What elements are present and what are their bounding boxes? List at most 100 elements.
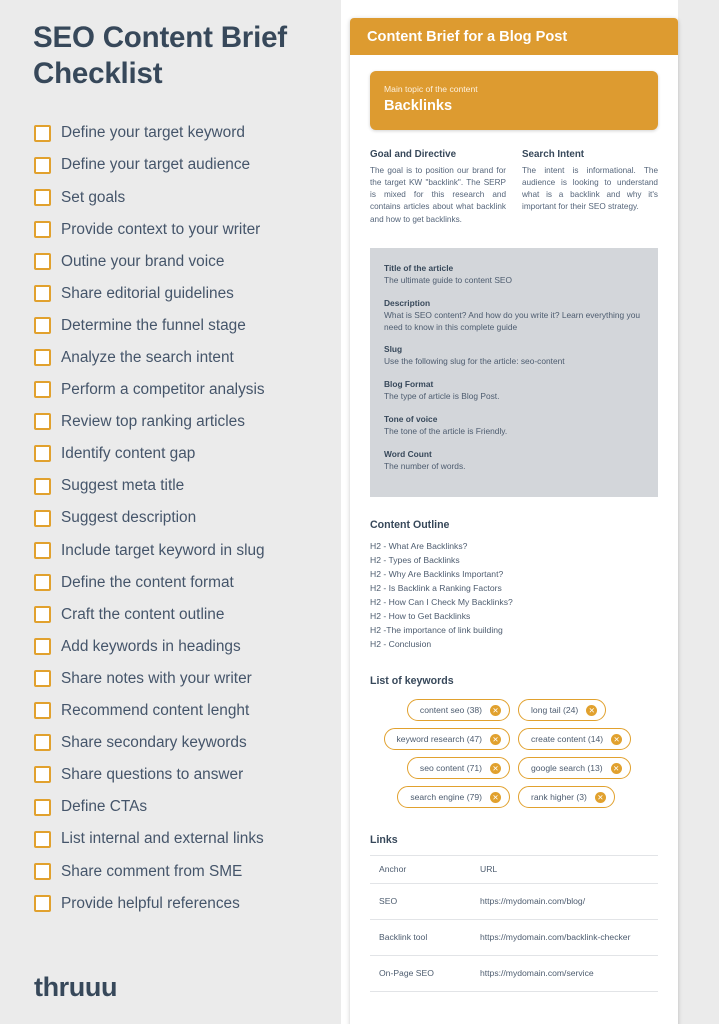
keyword-chip-label: rank higher (3)	[531, 792, 587, 803]
keyword-chip-cell: rank higher (3) ✕	[518, 786, 658, 809]
checklist-item[interactable]: Identify content gap	[34, 438, 334, 470]
outline-item: H2 - Types of Backlinks	[370, 555, 460, 566]
checklist-item[interactable]: Add keywords in headings	[34, 631, 334, 663]
checklist-item[interactable]: Include target keyword in slug	[34, 534, 334, 566]
checkbox-icon[interactable]	[34, 702, 51, 720]
checkbox-icon[interactable]	[34, 220, 51, 238]
checkbox-icon[interactable]	[34, 124, 51, 142]
checkbox-icon[interactable]	[34, 894, 51, 912]
remove-keyword-icon[interactable]: ✕	[611, 733, 623, 745]
checkbox-icon[interactable]	[34, 349, 51, 367]
checkbox-icon[interactable]	[34, 252, 51, 270]
remove-keyword-icon[interactable]: ✕	[586, 704, 598, 716]
detail-field-value: The number of words.	[384, 461, 466, 472]
remove-keyword-icon[interactable]: ✕	[490, 791, 501, 803]
checkbox-icon[interactable]	[34, 413, 51, 431]
keyword-chip[interactable]: keyword research (47) ✕	[383, 728, 510, 751]
checklist-item[interactable]: Analyze the search intent	[34, 342, 334, 374]
remove-keyword-icon[interactable]: ✕	[490, 704, 501, 716]
checkbox-icon[interactable]	[34, 188, 51, 206]
checkbox-icon[interactable]	[34, 862, 51, 880]
checkbox-icon[interactable]	[34, 285, 51, 303]
page-title: SEO Content Brief Checklist	[33, 21, 287, 90]
checklist-item[interactable]: Set goals	[34, 181, 334, 213]
outline-item: H2 - How Can I Check My Backlinks?	[370, 597, 513, 608]
checkbox-icon[interactable]	[34, 156, 51, 174]
keyword-chip-label: keyword research (47)	[396, 734, 483, 745]
checklist-item[interactable]: Share questions to answer	[34, 759, 334, 791]
main-topic-value: Backlinks	[384, 98, 453, 114]
checklist-item[interactable]: Share secondary keywords	[34, 727, 334, 759]
checklist-item[interactable]: Review top ranking articles	[34, 406, 334, 438]
checklist-item[interactable]: List internal and external links	[34, 823, 334, 855]
checklist-item-label: Define the content format	[61, 573, 234, 591]
checklist-item[interactable]: Define the content format	[34, 566, 334, 598]
checklist-item[interactable]: Determine the funnel stage	[34, 310, 334, 342]
checklist-item[interactable]: Outine your brand voice	[34, 245, 334, 277]
checklist-item[interactable]: Define your target audience	[34, 149, 334, 181]
keyword-chip[interactable]: long tail (24) ✕	[518, 699, 607, 722]
checkbox-icon[interactable]	[34, 638, 51, 656]
keyword-chip[interactable]: google search (13) ✕	[518, 757, 631, 780]
checklist-item[interactable]: Provide helpful references	[34, 887, 334, 919]
checkbox-icon[interactable]	[34, 381, 51, 399]
checkbox-icon[interactable]	[34, 766, 51, 784]
remove-keyword-icon[interactable]: ✕	[490, 762, 501, 774]
checklist-item[interactable]: Define your target keyword	[34, 117, 334, 149]
checklist-item[interactable]: Suggest description	[34, 502, 334, 534]
link-url-cell[interactable]: https://mydomain.com/blog/	[456, 883, 658, 921]
remove-keyword-icon[interactable]: ✕	[594, 791, 606, 803]
keyword-chip-label: long tail (24)	[531, 705, 579, 716]
checklist-item[interactable]: Craft the content outline	[34, 598, 334, 630]
checkbox-icon[interactable]	[34, 445, 51, 463]
checklist-item[interactable]: Provide context to your writer	[34, 213, 334, 245]
checklist-item-label: Define CTAs	[61, 798, 148, 816]
checkbox-icon[interactable]	[34, 734, 51, 752]
checklist-item[interactable]: Define CTAs	[34, 791, 334, 823]
checkbox-icon[interactable]	[34, 509, 51, 527]
link-url-cell[interactable]: https://mydomain.com/backlink-checker	[456, 919, 658, 957]
checklist-item[interactable]: Suggest meta title	[34, 470, 334, 502]
keyword-chip[interactable]: rank higher (3) ✕	[518, 786, 615, 809]
links-column-header: URL	[456, 855, 658, 885]
links-column-header: Anchor	[370, 855, 456, 885]
checkbox-icon[interactable]	[34, 670, 51, 688]
checklist-item[interactable]: Recommend content lenght	[34, 695, 334, 727]
keyword-chip[interactable]: search engine (79) ✕	[397, 786, 510, 809]
checklist-item-label: Provide helpful references	[61, 894, 240, 912]
article-details-box: Title of the article The ultimate guide t…	[370, 247, 658, 498]
checklist-item[interactable]: Share editorial guidelines	[34, 277, 334, 309]
detail-field-label: Blog Format	[384, 379, 434, 390]
keyword-chip[interactable]: create content (14) ✕	[518, 728, 632, 751]
checklist-item[interactable]: Perform a competitor analysis	[34, 374, 334, 406]
brand-logo: thruuu	[34, 972, 118, 1002]
keywords-title: List of keywords	[370, 675, 454, 688]
checkbox-icon[interactable]	[34, 541, 51, 559]
link-url-cell[interactable]: https://mydomain.com/service	[456, 955, 658, 993]
remove-keyword-icon[interactable]: ✕	[610, 762, 622, 774]
detail-field-value: The ultimate guide to content SEO	[384, 274, 513, 285]
link-anchor-cell: SEO	[370, 883, 456, 921]
checkbox-icon[interactable]	[34, 798, 51, 816]
keyword-chip-label: content seo (38)	[419, 705, 482, 716]
keyword-chip[interactable]: seo content (71) ✕	[406, 757, 510, 780]
card-header-title: Content Brief for a Blog Post	[367, 28, 568, 45]
content-outline-title: Content Outline	[370, 519, 450, 532]
remove-keyword-icon[interactable]: ✕	[490, 733, 501, 745]
checklist-item-label: Provide context to your writer	[61, 220, 261, 238]
checkbox-icon[interactable]	[34, 605, 51, 623]
checklist-item[interactable]: Share comment from SME	[34, 855, 334, 887]
detail-field-value: What is SEO content? And how do you writ…	[384, 309, 641, 332]
checkbox-icon[interactable]	[34, 573, 51, 591]
checklist-item[interactable]: Share notes with your writer	[34, 663, 334, 695]
keyword-chip-cell: create content (14) ✕	[518, 728, 658, 751]
checkbox-icon[interactable]	[34, 317, 51, 335]
outline-item: H2 -The importance of link building	[370, 625, 503, 636]
links-table: Anchor URL SEO https://mydomain.com/blog/B…	[370, 855, 658, 993]
keyword-chip-cell: content seo (38) ✕	[370, 699, 510, 722]
table-row: On-Page SEO https://mydomain.com/service	[370, 955, 658, 993]
links-title: Links	[370, 834, 398, 847]
checkbox-icon[interactable]	[34, 830, 51, 848]
keyword-chip[interactable]: content seo (38) ✕	[406, 699, 510, 722]
checkbox-icon[interactable]	[34, 477, 51, 495]
